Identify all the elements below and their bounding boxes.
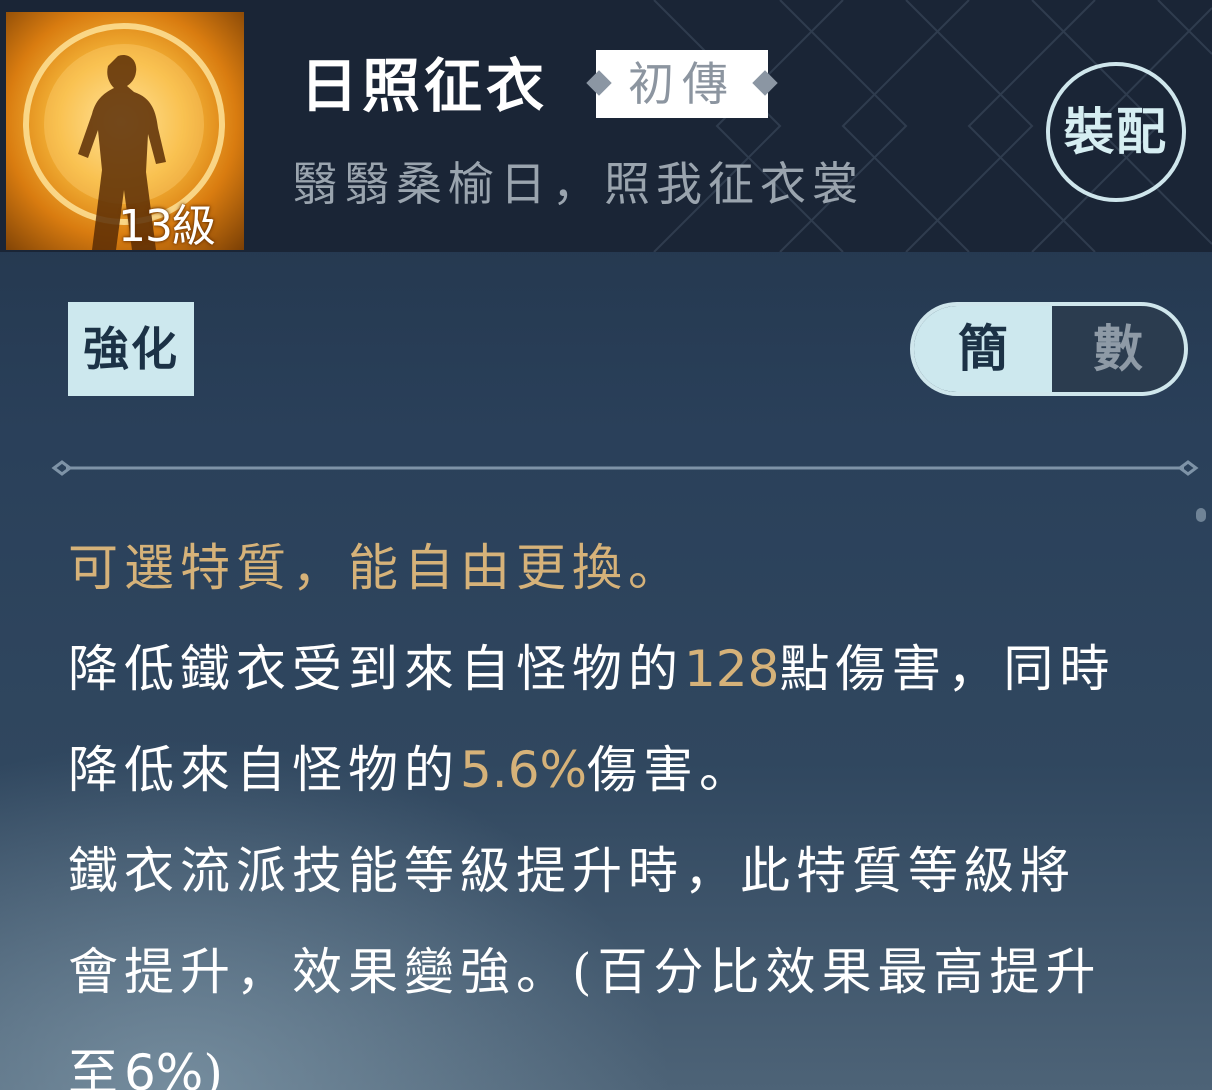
rank-badge: 初傳	[586, 50, 778, 118]
trait-header: 13級 日照征衣 初傳 翳翳桑榆日，照我征衣裳 裝配	[0, 0, 1212, 252]
scrollbar-thumb[interactable]	[1196, 508, 1206, 522]
description-line: 會提升，效果變強。(百分比效果最高提升	[68, 943, 1102, 1001]
trait-title: 日照征衣	[300, 52, 549, 120]
description-line: 至6%)	[68, 1023, 1188, 1090]
toggle-simple-option[interactable]: 簡	[914, 306, 1052, 392]
display-mode-toggle[interactable]: 簡 數	[910, 302, 1188, 396]
percent-value: 5.6%	[460, 741, 588, 799]
section-divider	[51, 460, 1199, 476]
level-label: 13級	[118, 201, 216, 250]
trait-portrait: 13級	[6, 12, 244, 250]
description-line: 鐵衣流派技能等級提升時，此特質等級將	[68, 842, 1076, 900]
toggle-numeric-option[interactable]: 數	[1052, 306, 1184, 392]
description-line: 降低來自怪物的5.6%傷害。	[68, 741, 756, 799]
description-line: 降低鐵衣受到來自怪物的128點傷害，同時	[68, 640, 1116, 698]
damage-value: 128	[684, 640, 780, 698]
equip-button[interactable]: 裝配	[1046, 62, 1186, 202]
max-percent-value: 6%	[124, 1044, 204, 1090]
trait-subtitle: 翳翳桑榆日，照我征衣裳	[292, 157, 864, 211]
description-headline: 可選特質，能自由更換。	[68, 539, 684, 597]
trait-panel: 13級 日照征衣 初傳 翳翳桑榆日，照我征衣裳 裝配 強化 簡 數 可選特質，能…	[0, 0, 1212, 1090]
enhance-tab[interactable]: 強化	[68, 302, 194, 396]
rank-label: 初傳	[628, 57, 736, 111]
trait-description: 可選特質，能自由更換。 降低鐵衣受到來自怪物的128點傷害，同時 降低來自怪物的…	[68, 518, 1188, 1090]
